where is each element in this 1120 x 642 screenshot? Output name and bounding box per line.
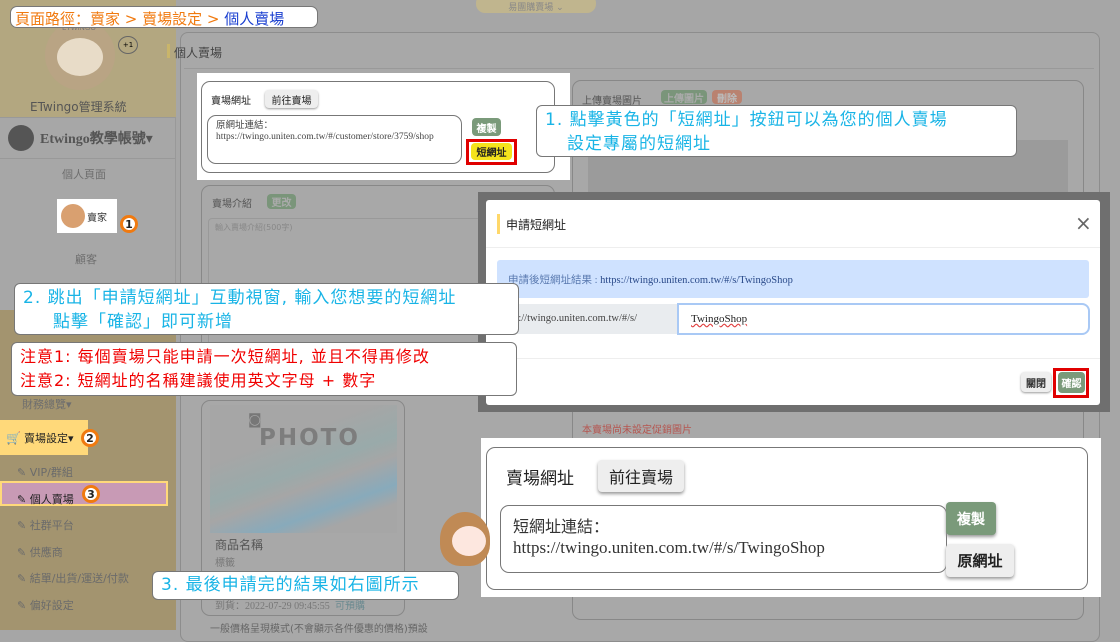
step-badge-2: 2 (81, 429, 99, 447)
step-badge-1: 1 (120, 215, 138, 233)
breadcrumb: 頁面路徑：賣家 > 賣場設定 > 個人賣場 (10, 6, 318, 28)
title-bar-accent (167, 44, 170, 58)
callout-step-2: 2. 跳出「申請短網址」互動視窗, 輸入您想要的短網址 點擊「確認」即可新增 (14, 283, 519, 335)
intro-label: 賣場介紹 (212, 199, 252, 210)
modal-title: 申請短網址 (506, 218, 567, 232)
modal-close-button[interactable]: 關閉 (1021, 372, 1051, 392)
intro-edit-button[interactable]: 更改 (267, 194, 296, 209)
sidebar-item-personal-store[interactable]: ✎ 個人賣場 (17, 487, 129, 514)
sidebar-item-social[interactable]: ✎ 社群平台 (17, 513, 129, 540)
short-url-button[interactable]: 短網址 (471, 143, 512, 160)
delete-image-button[interactable]: 刪除 (712, 90, 742, 105)
photo-text: PHOTO (259, 425, 360, 451)
original-url-label: 原網址連結： (216, 121, 274, 131)
callout-step-3: 3. 最後申請完的結果如右圖所示 (152, 571, 459, 600)
logo-bubble: +1 (118, 36, 138, 54)
personal-page-label: 個人頁面 (62, 168, 106, 181)
modal-footer-divider (486, 358, 1100, 359)
mascot-pointing (440, 512, 490, 566)
result-goto-store-button[interactable]: 前往賣場 (598, 460, 684, 492)
sidebar-finance[interactable]: 財務總覽▾ (22, 396, 72, 412)
copy-button[interactable]: 複製 (472, 118, 501, 136)
short-url-label: 短網址連結： (513, 517, 610, 536)
sidebar-submenu: ✎ VIP/群組 ✎ 個人賣場 ✎ 社群平台 ✎ 供應商 ✎ 結單/出貨/運送/… (17, 460, 129, 620)
seller-avatar-icon (61, 204, 85, 228)
page-title: 個人賣場 (174, 46, 223, 60)
role-customer[interactable]: 顧客 (75, 251, 97, 267)
role-seller[interactable]: 賣家 (57, 199, 117, 233)
breadcrumb-path: 頁面路徑：賣家 > 賣場設定 > (15, 10, 225, 28)
goto-store-button[interactable]: 前往賣場 (265, 90, 318, 108)
result-copy-button[interactable]: 複製 (946, 502, 996, 535)
store-url-label: 賣場網址 (211, 96, 251, 107)
original-url-button[interactable]: 原網址 (946, 544, 1014, 577)
sidebar-item-checkout[interactable]: ✎ 結單/出貨/運送/付款 (17, 566, 129, 593)
product-name: 商品名稱 (215, 538, 264, 552)
original-url-box: 原網址連結： https://twingo.uniten.com.tw/#/cu… (207, 115, 462, 164)
modal-confirm-button[interactable]: 確認 (1058, 372, 1085, 393)
upload-image-button[interactable]: 上傳圖片 (661, 90, 707, 105)
callout-step-1: 1. 點擊黃色的「短網址」按鈕可以為您的個人賣場 設定專屬的短網址 (536, 105, 1017, 157)
account-row[interactable]: Etwingo教學帳號▾ (0, 117, 176, 159)
callout-notes: 注意1: 每個賣場只能申請一次短網址, 並且不得再修改 注意2: 短網址的名稱建議… (11, 342, 517, 396)
short-url-input[interactable]: TwingoShop (677, 303, 1090, 335)
sidebar-store-settings[interactable]: 🛒 賣場設定▾ (0, 420, 88, 455)
account-avatar (8, 125, 34, 151)
url-prefix: ps://twingo.uniten.com.tw/#/s/ (497, 304, 677, 334)
product-tag: 標籤 (215, 558, 235, 569)
sidebar-item-preferences[interactable]: ✎ 偏好設定 (17, 593, 129, 620)
sidebar-item-vip[interactable]: ✎ VIP/群組 (17, 460, 129, 487)
modal-title-accent (497, 214, 500, 234)
no-promo-text: 本賣場尚未設定促銷圖片 (582, 425, 692, 436)
result-alert: 申請後短網址結果 : https://twingo.uniten.com.tw/… (497, 260, 1089, 298)
store-select[interactable]: 易團購賣場 ⌄ (476, 0, 596, 13)
modal-close-icon[interactable]: × (1075, 211, 1092, 235)
modal-divider (486, 247, 1100, 248)
account-name: Etwingo教學帳號▾ (40, 132, 153, 147)
divider (184, 68, 1094, 69)
breadcrumb-current: 個人賣場 (224, 10, 285, 28)
cart-icon: 🛒 (6, 430, 21, 445)
sidebar-item-supplier[interactable]: ✎ 供應商 (17, 540, 129, 567)
result-store-url-label: 賣場網址 (506, 469, 574, 489)
short-url-box: 短網址連結： https://twingo.uniten.com.tw/#/s/… (500, 505, 947, 573)
original-url: https://twingo.uniten.com.tw/#/customer/… (216, 132, 434, 142)
system-name: ETwingo管理系統 (30, 100, 127, 114)
short-url: https://twingo.uniten.com.tw/#/s/TwingoS… (513, 538, 825, 557)
price-mode-text: 一般價格呈現模式(不會顯示各件優惠的價格)預設 (210, 624, 428, 635)
